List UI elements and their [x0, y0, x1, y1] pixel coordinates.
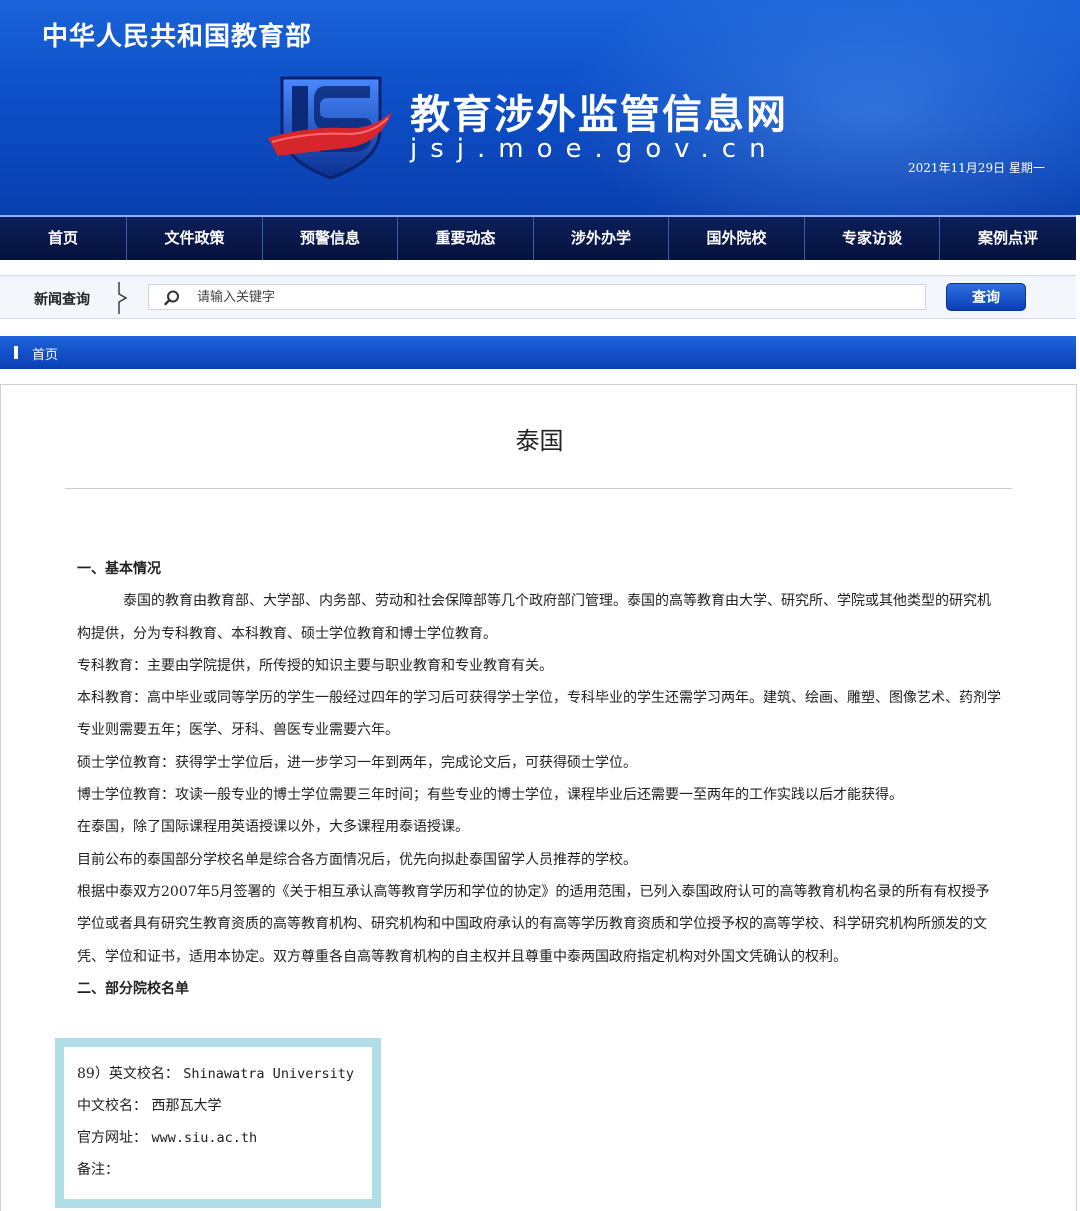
search-box	[148, 284, 926, 310]
paragraph-undergraduate: 本科教育：高中毕业或同等学历的学生一般经过四年的学习后可获得学士学位，专科毕业的…	[77, 690, 1001, 739]
paragraph-overview: 泰国的教育由教育部、大学部、内务部、劳动和社会保障部等几个政府部门管理。泰国的高…	[77, 593, 991, 642]
main-nav: 首页 文件政策 预警信息 重要动态 涉外办学 国外院校 专家访谈 案例点评	[0, 215, 1076, 260]
nav-item-alerts[interactable]: 预警信息	[263, 217, 398, 260]
breadcrumb-home-link[interactable]: 首页	[32, 344, 58, 363]
breadcrumb-marker-icon	[14, 346, 18, 359]
school-note-label: 备注：	[77, 1162, 119, 1178]
nav-item-policy[interactable]: 文件政策	[127, 217, 263, 260]
section-heading-schools: 二、部分院校名单	[77, 980, 189, 997]
school-cn-row: 中文校名： 西那瓦大学	[77, 1095, 221, 1115]
school-url-row: 官方网址： www.siu.ac.th	[77, 1127, 257, 1147]
site-name: 教育涉外监管信息网	[410, 91, 788, 138]
ministry-name: 中华人民共和国教育部	[42, 22, 313, 52]
paragraph-junior-college: 专科教育：主要由学院提供，所传授的知识主要与职业教育和专业教育有关。	[77, 657, 553, 674]
article-body: 一、基本情况 泰国的教育由教育部、大学部、内务部、劳动和社会保障部等几个政府部门…	[77, 553, 1002, 1005]
site-domain: jsj.moe.gov.cn	[410, 134, 779, 164]
search-input[interactable]	[197, 287, 917, 307]
nav-item-cases[interactable]: 案例点评	[940, 217, 1076, 260]
school-en-label: 89）英文校名：	[77, 1066, 179, 1082]
school-url-label: 官方网址：	[77, 1130, 147, 1146]
school-note-row: 备注：	[77, 1159, 119, 1179]
nav-item-news[interactable]: 重要动态	[398, 217, 534, 260]
nav-item-home[interactable]: 首页	[0, 217, 127, 260]
chevron-right-icon	[118, 282, 128, 314]
page-title: 泰国	[515, 427, 564, 455]
school-cn-name: 西那瓦大学	[151, 1098, 222, 1114]
paragraph-agreement: 根据中泰双方2007年5月签署的《关于相互承认高等教育学历和学位的协定》的适用范…	[77, 883, 990, 965]
nav-item-foreign-schools[interactable]: 国外院校	[669, 217, 805, 260]
nav-item-interviews[interactable]: 专家访谈	[805, 217, 940, 260]
site-logo-icon[interactable]	[268, 72, 396, 182]
paragraph-master: 硕士学位教育：获得学士学位后，进一步学习一年到两年，完成论文后，可获得硕士学位。	[77, 754, 637, 771]
school-url-link[interactable]: www.siu.ac.th	[151, 1130, 257, 1146]
breadcrumb: 首页	[0, 336, 1076, 369]
news-search-bar: 新闻查询 查询	[0, 275, 1076, 319]
header-banner: 中华人民共和国教育部 教育涉外监管信息网 jsj.moe.gov.cn 2021…	[0, 0, 1080, 215]
paragraph-language: 在泰国，除了国际课程用英语授课以外，大多课程用泰语授课。	[77, 819, 469, 836]
paragraph-list-note: 目前公布的泰国部分学校名单是综合各方面情况后，优先向拟赴泰国留学人员推荐的学校。	[77, 851, 637, 868]
school-cn-label: 中文校名：	[77, 1098, 147, 1114]
search-label: 新闻查询	[34, 292, 90, 308]
nav-item-joint-schools[interactable]: 涉外办学	[534, 217, 669, 260]
search-icon	[164, 290, 179, 306]
school-card: 89）英文校名： Shinawatra University 中文校名： 西那瓦…	[55, 1038, 381, 1208]
school-en-row: 89）英文校名： Shinawatra University	[77, 1063, 354, 1083]
current-date: 2021年11月29日 星期一	[908, 161, 1045, 175]
section-heading-basic: 一、基本情况	[77, 561, 161, 577]
school-en-name: Shinawatra University	[183, 1066, 354, 1082]
paragraph-doctor: 博士学位教育：攻读一般专业的博士学位需要三年时间；有些专业的博士学位，课程毕业后…	[77, 787, 903, 804]
content-panel: 泰国 一、基本情况 泰国的教育由教育部、大学部、内务部、劳动和社会保障部等几个政…	[0, 384, 1077, 1211]
title-divider	[65, 488, 1012, 489]
search-button[interactable]: 查询	[946, 283, 1026, 311]
